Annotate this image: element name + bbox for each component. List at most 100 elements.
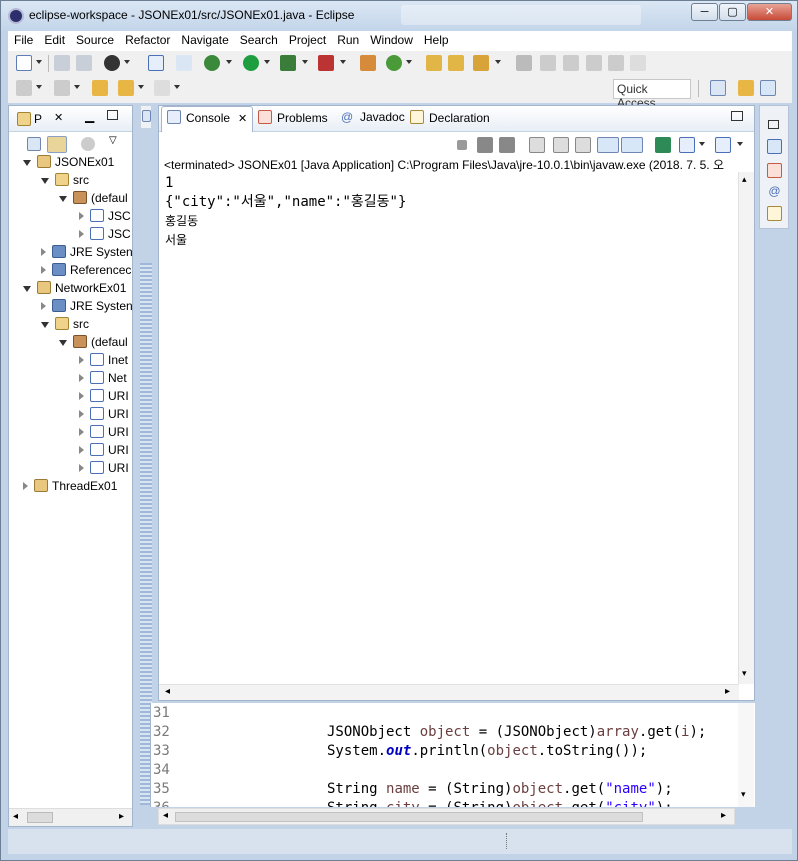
tree-item-jre-system[interactable]: JRE Systen bbox=[41, 299, 133, 317]
save-icon[interactable] bbox=[54, 55, 70, 71]
next-annotation-icon[interactable] bbox=[16, 80, 32, 96]
editor-vertical-scrollbar[interactable]: ▾ bbox=[738, 703, 754, 807]
collapse-triangle-icon[interactable] bbox=[79, 464, 84, 472]
new-dropdown-icon[interactable] bbox=[36, 60, 42, 64]
open-perspective-icon[interactable] bbox=[710, 80, 726, 96]
close-window-button[interactable]: ✕ bbox=[747, 3, 792, 21]
tab-problems[interactable]: Problems bbox=[258, 110, 328, 125]
quick-access-field[interactable]: Quick Access bbox=[613, 79, 691, 110]
open-console-icon[interactable] bbox=[715, 137, 731, 153]
expand-triangle-icon[interactable] bbox=[59, 340, 67, 346]
editor-horizontal-scrollbar[interactable]: ◂ ▸ bbox=[158, 808, 735, 825]
open-console-icon[interactable] bbox=[148, 55, 164, 71]
search-dropdown-icon[interactable] bbox=[495, 60, 501, 64]
remove-all-terminated-icon[interactable] bbox=[499, 137, 515, 153]
remove-launch-icon[interactable] bbox=[477, 137, 493, 153]
menu-edit[interactable]: Edit bbox=[38, 31, 70, 47]
close-icon[interactable]: ✕ bbox=[238, 113, 247, 125]
scroll-left-icon[interactable]: ◂ bbox=[163, 810, 168, 821]
expand-triangle-icon[interactable] bbox=[41, 178, 49, 184]
scrollbar-thumb[interactable] bbox=[175, 812, 643, 822]
back-dropdown-icon[interactable] bbox=[138, 85, 144, 89]
collapse-triangle-icon[interactable] bbox=[79, 446, 84, 454]
collapse-triangle-icon[interactable] bbox=[41, 266, 46, 274]
java-perspective-icon[interactable] bbox=[760, 80, 776, 96]
menu-file[interactable]: File bbox=[8, 31, 38, 47]
javadoc-at-icon[interactable]: @ bbox=[767, 184, 782, 199]
maximize-view-icon[interactable] bbox=[107, 110, 118, 120]
scrollbar-thumb[interactable] bbox=[27, 812, 53, 823]
save-all-icon[interactable] bbox=[76, 55, 92, 71]
search-icon[interactable] bbox=[473, 55, 489, 71]
coverage-icon[interactable] bbox=[280, 55, 296, 71]
show-console-on-stderr-icon[interactable] bbox=[621, 137, 643, 153]
scroll-left-icon[interactable]: ◂ bbox=[165, 686, 170, 697]
previous-annotation-dropdown-icon[interactable] bbox=[74, 85, 80, 89]
collapse-triangle-icon[interactable] bbox=[79, 230, 84, 238]
word-wrap-icon[interactable] bbox=[586, 55, 602, 71]
debug-dropdown-icon[interactable] bbox=[226, 60, 232, 64]
new-icon[interactable] bbox=[16, 55, 32, 71]
pin-icon[interactable] bbox=[176, 55, 192, 71]
console-vertical-scrollbar[interactable]: ▴ ▾ bbox=[738, 172, 754, 684]
collapse-triangle-icon[interactable] bbox=[41, 302, 46, 310]
tree-item-default-package[interactable]: (defaul bbox=[59, 335, 128, 353]
menu-run[interactable]: Run bbox=[331, 31, 364, 47]
expand-triangle-icon[interactable] bbox=[59, 196, 67, 202]
tree-item-java-file[interactable]: JSC bbox=[79, 209, 131, 227]
restore-editor-icon[interactable] bbox=[142, 110, 151, 122]
collapse-all-icon[interactable] bbox=[27, 137, 41, 151]
menu-source[interactable]: Source bbox=[70, 31, 119, 47]
menu-help[interactable]: Help bbox=[418, 31, 454, 47]
filter-icon[interactable] bbox=[81, 137, 95, 151]
annotation-icon[interactable] bbox=[540, 55, 556, 71]
forward-arrow-icon[interactable] bbox=[154, 80, 170, 96]
word-wrap-icon[interactable] bbox=[575, 137, 591, 153]
next-annotation-dropdown-icon[interactable] bbox=[36, 85, 42, 89]
open-type-icon[interactable] bbox=[426, 55, 442, 71]
tree-item-referenced[interactable]: Referencec bbox=[41, 263, 131, 281]
collapse-triangle-icon[interactable] bbox=[79, 356, 84, 364]
clear-console-icon[interactable] bbox=[529, 137, 545, 153]
tree-item-default-package[interactable]: (defaul bbox=[59, 191, 128, 209]
restore-view-icon[interactable] bbox=[768, 120, 779, 129]
block-selection-icon[interactable] bbox=[563, 55, 579, 71]
menu-search[interactable]: Search bbox=[234, 31, 283, 47]
new-class-icon[interactable] bbox=[386, 55, 402, 71]
profile-icon[interactable] bbox=[104, 55, 120, 71]
java-editor[interactable]: 31 32 33 34 35 36 JSONObject object = (J… bbox=[150, 703, 755, 807]
link-with-editor-icon[interactable] bbox=[47, 136, 67, 153]
expand-triangle-icon[interactable] bbox=[41, 322, 49, 328]
menu-window[interactable]: Window bbox=[364, 31, 418, 47]
forward-dropdown-icon[interactable] bbox=[174, 85, 180, 89]
minimize-view-icon[interactable] bbox=[731, 111, 743, 121]
new-java-project-icon[interactable] bbox=[360, 55, 376, 71]
scroll-up-icon[interactable]: ▴ bbox=[742, 174, 747, 185]
tree-item-java-file[interactable]: URI bbox=[79, 407, 129, 425]
tree-item-src[interactable]: src bbox=[41, 173, 89, 191]
collapse-triangle-icon[interactable] bbox=[23, 482, 28, 490]
collapse-triangle-icon[interactable] bbox=[41, 248, 46, 256]
last-edit-location-icon[interactable] bbox=[92, 80, 108, 96]
view-menu-chevron-down-icon[interactable]: ▽ bbox=[109, 135, 117, 146]
tree-item-java-file[interactable]: URI bbox=[79, 425, 129, 443]
tab-javadoc[interactable]: @ Javadoc bbox=[341, 110, 405, 124]
tab-console[interactable]: Console ✕ bbox=[167, 110, 247, 125]
collapse-triangle-icon[interactable] bbox=[79, 428, 84, 436]
package-explorer-horizontal-scrollbar[interactable]: ◂ ▸ bbox=[9, 808, 132, 826]
pin-console-icon[interactable] bbox=[655, 137, 671, 153]
menu-navigate[interactable]: Navigate bbox=[175, 31, 233, 47]
declaration-icon[interactable] bbox=[767, 206, 782, 221]
open-console-dropdown-icon[interactable] bbox=[737, 142, 743, 146]
tree-item-threadex01[interactable]: ThreadEx01 bbox=[23, 479, 117, 497]
tree-item-java-file[interactable]: JSC bbox=[79, 227, 131, 245]
tree-item-jre-system[interactable]: JRE Systen bbox=[41, 245, 133, 263]
console-output[interactable]: 1 {"city":"서울","name":"홍길동"} 홍길동 서울 bbox=[165, 174, 406, 250]
menu-project[interactable]: Project bbox=[283, 31, 331, 47]
scroll-down-icon[interactable]: ▾ bbox=[742, 668, 747, 679]
collapse-triangle-icon[interactable] bbox=[79, 374, 84, 382]
pilcrow-icon[interactable] bbox=[630, 55, 646, 71]
collapse-triangle-icon[interactable] bbox=[79, 212, 84, 220]
debug-icon[interactable] bbox=[204, 55, 220, 71]
tab-declaration[interactable]: Declaration bbox=[410, 110, 490, 125]
